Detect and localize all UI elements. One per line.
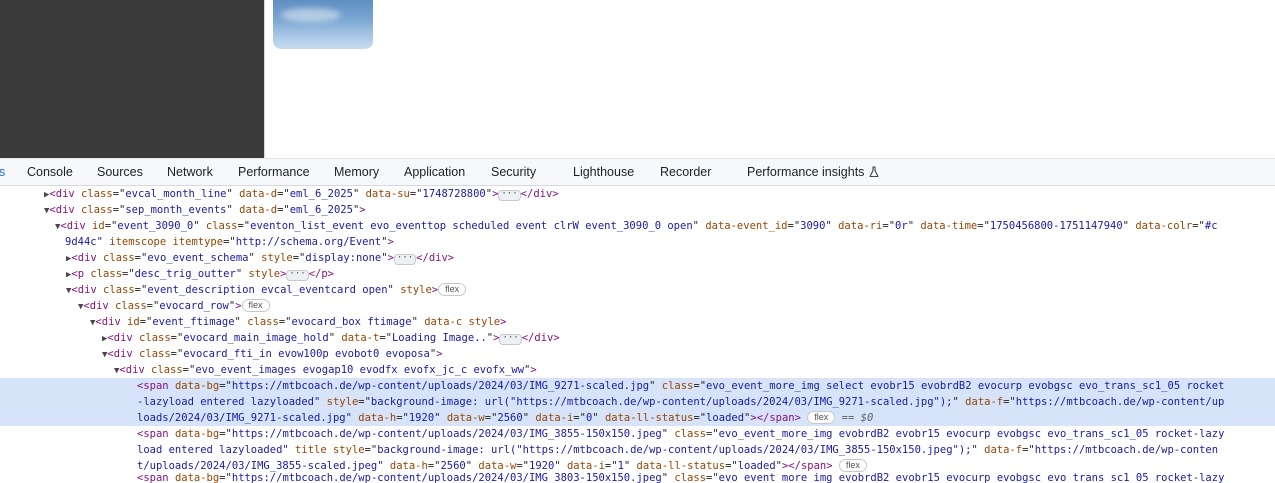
dom-node[interactable]: <span data-bg="https://mtbcoach.de/wp-co… [137, 470, 1224, 483]
dom-node[interactable]: ▼<div class="evo_event_images evogap10 e… [114, 362, 537, 378]
flex-badge[interactable]: flex [438, 283, 467, 296]
elements-tree: ▶<div class="evcal_month_line" data-d="e… [0, 186, 1275, 483]
tab-performance-insights[interactable]: Performance insights [747, 159, 880, 186]
tab-network[interactable]: Network [167, 159, 213, 186]
dom-node-continuation: 9d44c" itemscope itemtype="http://schema… [65, 236, 394, 248]
page-left-panel [0, 0, 264, 158]
console-reference: $0 [860, 412, 874, 424]
dom-node[interactable]: ▼<div id="event_3090_0" class="eventon_l… [55, 218, 1218, 234]
tab-console[interactable]: Console [27, 159, 73, 186]
tab-recorder[interactable]: Recorder [660, 159, 711, 186]
flex-badge[interactable]: flex [807, 411, 836, 424]
dom-node-selected[interactable]: <span data-bg="https://mtbcoach.de/wp-co… [137, 378, 1224, 394]
dom-node[interactable]: ▶<p class="desc_trig_outter" style> ··· </… [66, 266, 334, 282]
flask-icon [869, 166, 879, 178]
collapsed-content-button[interactable]: ··· [498, 190, 521, 201]
dom-node[interactable]: ▶<div class="evocard_main_image_hold" da… [102, 330, 560, 346]
dom-node[interactable]: ▶<div class="evcal_month_line" data-d="e… [44, 186, 559, 202]
dom-node[interactable]: ▼<div id="event_ftimage" class="evocard_… [90, 314, 506, 330]
tab-sources[interactable]: Sources [97, 159, 143, 186]
tab-security[interactable]: Security [491, 159, 536, 186]
event-image-thumbnail[interactable] [273, 0, 373, 49]
dom-node[interactable]: ▼<div class="event_description evcal_eve… [66, 282, 467, 298]
collapsed-content-button[interactable]: ··· [286, 270, 309, 281]
flex-badge[interactable]: flex [241, 299, 270, 312]
dom-node[interactable]: ▼<div class="evocard_fti_in evow100p evo… [102, 346, 443, 362]
dom-node[interactable]: <span data-bg="https://mtbcoach.de/wp-co… [137, 426, 1224, 442]
collapsed-content-button[interactable]: ··· [393, 254, 417, 265]
collapsed-content-button[interactable]: ··· [499, 334, 522, 345]
devtools-tab-bar: s Console Sources Network Performance Me… [0, 158, 1275, 186]
tab-elements[interactable]: s [0, 159, 5, 186]
tab-performance-insights-label: Performance insights [747, 165, 865, 179]
dom-node-continuation: loads/2024/03/IMG_9271-scaled.jpg" data-… [137, 411, 874, 424]
dom-node-continuation: load entered lazyloaded" title style="ba… [137, 444, 1219, 456]
dom-node[interactable]: ▶<div class="evo_event_schema" style="di… [66, 250, 454, 266]
dom-node-continuation: -lazyload entered lazyloaded" style="bac… [137, 396, 1225, 408]
tab-memory[interactable]: Memory [334, 159, 379, 186]
dom-node[interactable]: ▼<div class="sep_month_events" data-d="e… [44, 202, 366, 218]
page-content-area [264, 0, 1275, 158]
dom-node[interactable]: ▼<div class="evocard_row"> flex [78, 298, 270, 314]
tab-performance[interactable]: Performance [238, 159, 310, 186]
tab-application[interactable]: Application [404, 159, 465, 186]
tab-lighthouse[interactable]: Lighthouse [573, 159, 634, 186]
